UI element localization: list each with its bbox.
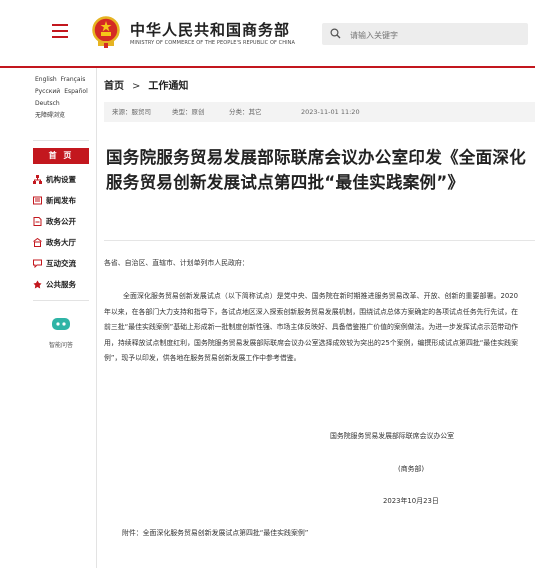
sidebar-item-service[interactable]: 公共服务 [33,276,91,294]
sidebar-item-label: 互动交流 [46,259,76,268]
breadcrumb-home[interactable]: 首页 [104,81,124,92]
chat-icon [33,259,42,268]
org-icon [33,175,42,184]
sidebar-home-button[interactable]: 首 页 [33,148,89,164]
document-icon [33,217,42,226]
site-header: 中华人民共和国商务部 MINISTRY OF COMMERCE OF THE P… [0,0,535,66]
sidebar-item-label: 政务公开 [46,217,76,226]
chevron-right-icon: > [132,81,141,92]
meta-type: 类型：原创 [172,108,205,116]
search-icon[interactable] [330,28,341,39]
meta-datetime: 2023-11-01 11:20 [301,108,360,116]
signature-org: (商务部) [398,465,425,473]
article-title: 国务院服务贸易发展部际联席会议办公室印发《全面深化服务贸易创新发展试点第四批“最… [106,148,526,192]
title-divider [104,240,535,241]
lang-russian[interactable]: Русский [35,88,60,95]
site-title[interactable]: 中华人民共和国商务部 [130,19,290,40]
sidebar: English Français Русский Español Deutsch 无… [25,68,97,568]
sidebar-item-label: 公共服务 [46,280,76,289]
sidebar-item-hall[interactable]: 政务大厅 [33,234,91,252]
sidebar-item-label: 政务大厅 [46,238,76,247]
breadcrumb-current[interactable]: 工作通知 [148,81,188,92]
lang-spanish[interactable]: Español [64,88,88,95]
meta-category: 分类：其它 [229,108,262,116]
meta-source: 来源：服贸司 [112,108,151,116]
site-subtitle: MINISTRY OF COMMERCE OF THE PEOPLE'S REP… [130,40,296,46]
hall-icon [33,238,42,247]
search-input[interactable] [348,26,522,44]
article-date: 2023年10月23日 [383,497,439,505]
breadcrumb: 首页 > 工作通知 [104,77,188,92]
assistant-button[interactable]: 智能问答 [35,316,87,356]
lang-english[interactable]: English [35,76,57,83]
news-icon [33,196,42,205]
lang-german[interactable]: Deutsch [35,100,60,107]
search-box [322,23,528,45]
sidebar-item-label: 机构设置 [46,175,76,184]
sidebar-divider [33,300,89,301]
article-meta: 来源：服贸司 类型：原创 分类：其它 2023-11-01 11:20 [104,102,535,122]
article-salutation: 各省、自治区、直辖市、计划单列市人民政府： [104,259,249,267]
signature: 国务院服务贸易发展部际联席会议办公室 [330,432,455,440]
sidebar-item-news[interactable]: 新闻发布 [33,192,91,210]
attachment-link[interactable]: 附件：全面深化服务贸易创新发展试点第四批“最佳实践案例” [122,527,308,537]
assistant-label: 智能问答 [48,342,73,349]
sidebar-divider [33,140,89,141]
sidebar-item-org[interactable]: 机构设置 [33,171,91,189]
article-paragraph: 全面深化服务贸易创新发展试点（以下简称试点）是党中央、国务院在新时期推进服务贸易… [104,292,518,362]
menu-icon[interactable] [52,24,68,38]
national-emblem-logo[interactable] [92,16,120,48]
robot-icon [52,318,70,330]
language-links: English Français Русский Español Deutsch 无… [35,74,95,122]
lang-french[interactable]: Français [61,76,86,83]
service-icon [33,280,42,289]
sidebar-item-interact[interactable]: 互动交流 [33,255,91,273]
sidebar-item-label: 新闻发布 [46,196,76,205]
sidebar-item-public[interactable]: 政务公开 [33,213,91,231]
accessibility-link[interactable]: 无障碍浏览 [35,112,65,119]
